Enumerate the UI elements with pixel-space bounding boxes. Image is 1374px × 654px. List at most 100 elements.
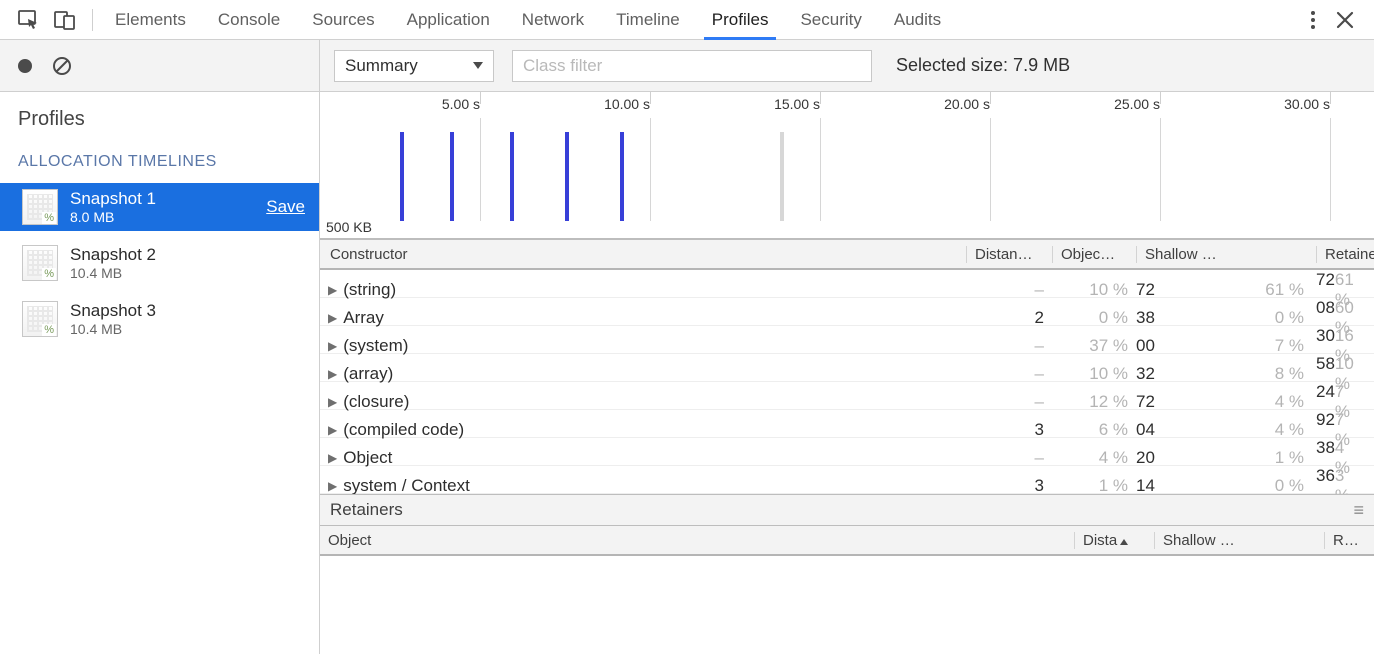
constructor-row[interactable]: ▶Object–4 %201 %384 % xyxy=(320,438,1374,466)
sidebar-content: Profiles ALLOCATION TIMELINES %Snapshot … xyxy=(0,92,319,654)
objects-cell: 10 % xyxy=(1052,280,1136,300)
timeline-major-grid xyxy=(1160,118,1161,221)
expand-triangle-icon[interactable]: ▶ xyxy=(328,423,337,437)
timeline-tick-label: 10.00 s xyxy=(604,96,650,112)
timeline-tick-label: 15.00 s xyxy=(774,96,820,112)
save-link[interactable]: Save xyxy=(266,197,305,217)
constructor-row[interactable]: ▶Array20 %380 %0860 % xyxy=(320,298,1374,326)
timeline-tick-label: 30.00 s xyxy=(1284,96,1330,112)
constructor-name: Object xyxy=(343,448,392,468)
constructor-row[interactable]: ▶(system)–37 %007 %3016 % xyxy=(320,326,1374,354)
more-options-icon[interactable] xyxy=(1310,10,1316,30)
col-objects[interactable]: Objec… xyxy=(1052,246,1136,263)
expand-triangle-icon[interactable]: ▶ xyxy=(328,311,337,325)
ret-col-object[interactable]: Object xyxy=(320,532,1074,549)
retainers-menu-icon[interactable]: ≡ xyxy=(1353,500,1364,521)
retainers-label: Retainers xyxy=(330,500,403,520)
constructor-name: Array xyxy=(343,308,384,328)
panel-tabs: ElementsConsoleSourcesApplicationNetwork… xyxy=(99,0,957,39)
tab-timeline[interactable]: Timeline xyxy=(600,0,696,39)
tab-profiles[interactable]: Profiles xyxy=(696,0,785,39)
objects-cell: 6 % xyxy=(1052,420,1136,440)
toggle-device-toolbar-icon[interactable] xyxy=(54,10,76,30)
tab-sources[interactable]: Sources xyxy=(296,0,390,39)
shallow-cell: 724 % xyxy=(1136,392,1316,412)
snapshot-title: Snapshot 3 xyxy=(70,301,156,321)
distance-cell: – xyxy=(966,392,1052,412)
timeline-tick-line xyxy=(650,92,651,104)
timeline-major-grid xyxy=(1330,118,1331,221)
allocation-bar xyxy=(565,132,569,221)
expand-triangle-icon[interactable]: ▶ xyxy=(328,283,337,297)
profiles-sidebar: Profiles ALLOCATION TIMELINES %Snapshot … xyxy=(0,40,320,654)
distance-cell: 3 xyxy=(966,420,1052,440)
retained-cell: 363 % xyxy=(1316,466,1374,494)
expand-triangle-icon[interactable]: ▶ xyxy=(328,479,337,493)
objects-cell: 37 % xyxy=(1052,336,1136,356)
constructor-name: (compiled code) xyxy=(343,420,464,440)
class-filter-input[interactable] xyxy=(512,50,872,82)
constructor-row[interactable]: ▶system / Context31 %140 %363 % xyxy=(320,466,1374,494)
retainers-columns: Object Dista Shallow … Retained … xyxy=(320,526,1374,556)
tab-console[interactable]: Console xyxy=(202,0,296,39)
sort-asc-icon xyxy=(1120,539,1128,545)
snapshot-item[interactable]: % Snapshot 18.0 MB Save xyxy=(0,183,319,231)
expand-triangle-icon[interactable]: ▶ xyxy=(328,451,337,465)
constructor-name: (system) xyxy=(343,336,408,356)
timeline-tick-label: 20.00 s xyxy=(944,96,990,112)
ret-col-distance[interactable]: Dista xyxy=(1074,532,1154,549)
constructor-name: (array) xyxy=(343,364,393,384)
sidebar-toolbar xyxy=(0,40,319,92)
constructor-row[interactable]: ▶(array)–10 %328 %5810 % xyxy=(320,354,1374,382)
snapshot-thumb-icon: % xyxy=(22,189,58,225)
clear-profiles-icon[interactable] xyxy=(52,56,72,76)
expand-triangle-icon[interactable]: ▶ xyxy=(328,339,337,353)
ret-col-distance-label: Dista xyxy=(1083,532,1117,549)
constructor-row[interactable]: ▶(closure)–12 %724 %247 % xyxy=(320,382,1374,410)
timeline-major-grid xyxy=(990,118,991,221)
allocation-bar xyxy=(510,132,514,221)
snapshot-list: % Snapshot 18.0 MB Save %Snapshot 210.4 MB%… xyxy=(14,183,305,343)
devtools-top-bar: ElementsConsoleSourcesApplicationNetwork… xyxy=(0,0,1374,40)
shallow-cell: 328 % xyxy=(1136,364,1316,384)
snapshot-item[interactable]: %Snapshot 210.4 MB xyxy=(14,239,305,287)
constructor-table-body: ▶(string)–10 %7261 %7261 %▶Array20 %380 … xyxy=(320,270,1374,494)
tab-security[interactable]: Security xyxy=(784,0,877,39)
tab-application[interactable]: Application xyxy=(391,0,506,39)
constructor-row[interactable]: ▶(string)–10 %7261 %7261 % xyxy=(320,270,1374,298)
tab-audits[interactable]: Audits xyxy=(878,0,957,39)
allocation-bar xyxy=(400,132,404,221)
close-devtools-icon[interactable] xyxy=(1336,11,1354,29)
ret-col-shallow[interactable]: Shallow … xyxy=(1154,532,1324,549)
record-icon[interactable] xyxy=(16,57,34,75)
col-retained[interactable]: Retained … xyxy=(1316,246,1374,263)
ret-col-retained[interactable]: Retained … xyxy=(1324,532,1374,549)
constructor-row[interactable]: ▶(compiled code)36 %044 %927 % xyxy=(320,410,1374,438)
inspect-element-icon[interactable] xyxy=(18,10,40,30)
constructor-name: (string) xyxy=(343,280,396,300)
expand-triangle-icon[interactable]: ▶ xyxy=(328,395,337,409)
objects-cell: 12 % xyxy=(1052,392,1136,412)
snapshot-item[interactable]: %Snapshot 310.4 MB xyxy=(14,295,305,343)
view-select-value: Summary xyxy=(345,56,418,76)
col-retained-label: Retained xyxy=(1325,246,1374,263)
tab-network[interactable]: Network xyxy=(506,0,600,39)
timeline-baseline xyxy=(320,238,1374,239)
timeline-major-grid xyxy=(650,118,651,221)
tab-elements[interactable]: Elements xyxy=(99,0,202,39)
col-distance[interactable]: Distan… xyxy=(966,246,1052,263)
col-shallow[interactable]: Shallow … xyxy=(1136,246,1316,263)
shallow-cell: 044 % xyxy=(1136,420,1316,440)
distance-cell: – xyxy=(966,280,1052,300)
snapshot-labels: Snapshot 18.0 MB xyxy=(70,189,156,225)
col-constructor[interactable]: Constructor xyxy=(320,246,966,263)
view-select[interactable]: Summary xyxy=(334,50,494,82)
distance-cell: – xyxy=(966,364,1052,384)
expand-triangle-icon[interactable]: ▶ xyxy=(328,367,337,381)
timeline-tick-line xyxy=(1330,92,1331,104)
snapshot-size: 10.4 MB xyxy=(70,321,156,337)
snapshot-thumb-icon: % xyxy=(22,245,58,281)
shallow-cell: 140 % xyxy=(1136,476,1316,494)
profiles-heading: Profiles xyxy=(14,108,305,131)
allocation-timeline[interactable]: 5.00 s10.00 s15.00 s20.00 s25.00 s30.00 … xyxy=(320,92,1374,240)
